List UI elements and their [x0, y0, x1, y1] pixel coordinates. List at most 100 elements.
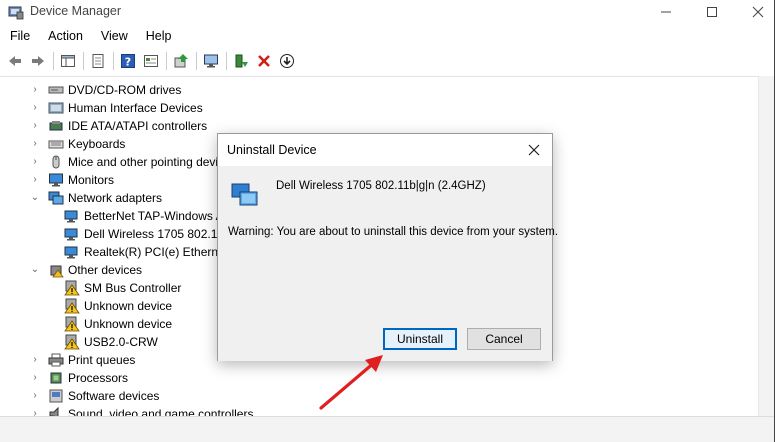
- chevron-right-icon[interactable]: ›: [30, 355, 40, 365]
- dialog-device-name: Dell Wireless 1705 802.11b|g|n (2.4GHZ): [276, 180, 486, 192]
- tree-item-label: USB2.0-CRW: [84, 335, 158, 349]
- other-devices-icon: [48, 262, 64, 278]
- enable-device-icon: [235, 54, 248, 68]
- show-hidden-button[interactable]: [140, 50, 162, 72]
- chevron-right-icon[interactable]: ›: [30, 103, 40, 113]
- uninstall-device-button[interactable]: [253, 50, 275, 72]
- tree-item-keyboards[interactable]: › Keyboards: [30, 135, 125, 153]
- network-adapter-icon: [64, 244, 80, 260]
- tree-item-sound-video[interactable]: › Sound, video and game controllers: [30, 405, 253, 416]
- dialog-close-button[interactable]: [524, 140, 544, 160]
- tree-item-unknown-device[interactable]: Unknown device: [64, 297, 172, 315]
- properties-button[interactable]: [87, 50, 109, 72]
- show-hide-console-tree-button[interactable]: [57, 50, 79, 72]
- ide-controller-icon: [48, 118, 64, 134]
- chevron-right-icon[interactable]: ›: [30, 157, 40, 167]
- tree-item-ide-controllers[interactable]: › IDE ATA/ATAPI controllers: [30, 117, 207, 135]
- tree-item-label: BetterNet TAP-Windows A: [84, 209, 224, 223]
- chevron-right-icon[interactable]: ›: [30, 409, 40, 417]
- menu-help[interactable]: Help: [136, 26, 180, 46]
- tree-item-label: Unknown device: [84, 317, 173, 331]
- menu-action[interactable]: Action: [38, 26, 91, 46]
- view-icon: [144, 55, 158, 67]
- tree-item-usb-crw[interactable]: USB2.0-CRW: [64, 333, 158, 351]
- scan-hardware-button[interactable]: [200, 50, 222, 72]
- toolbar: ?: [0, 48, 774, 74]
- toolbar-separator: [53, 52, 54, 70]
- uninstall-x-icon: [258, 55, 270, 67]
- maximize-button[interactable]: [689, 0, 735, 24]
- network-adapter-icon: [48, 190, 64, 206]
- toolbar-separator: [196, 52, 197, 70]
- chevron-right-icon[interactable]: ›: [30, 175, 40, 185]
- tree-item-hid[interactable]: › Human Interface Devices: [30, 99, 203, 117]
- warning-device-icon: [64, 280, 80, 296]
- warning-device-icon: [64, 298, 80, 314]
- forward-arrow-icon: [32, 56, 44, 66]
- tree-item-label: Print queues: [68, 353, 136, 367]
- chevron-right-icon[interactable]: ›: [30, 373, 40, 383]
- warning-device-icon: [64, 316, 80, 332]
- tree-item-sm-bus-controller[interactable]: SM Bus Controller: [64, 279, 181, 297]
- tree-item-dvd-drives[interactable]: › DVD/CD-ROM drives: [30, 81, 181, 99]
- menu-file[interactable]: File: [0, 26, 38, 46]
- back-button[interactable]: [4, 50, 26, 72]
- dialog-title: Uninstall Device: [227, 143, 317, 157]
- tree-item-label: Network adapters: [68, 191, 163, 205]
- status-bar: [0, 416, 774, 442]
- tree-item-label: Dell Wireless 1705 802.11b: [84, 227, 230, 241]
- tree-item-network-adapters[interactable]: ⌄ Network adapters: [30, 189, 162, 207]
- tree-item-monitors[interactable]: › Monitors: [30, 171, 114, 189]
- software-device-icon: [48, 388, 64, 404]
- tree-item-software-devices[interactable]: › Software devices: [30, 387, 159, 405]
- download-arrow-icon: [280, 54, 294, 68]
- cancel-button[interactable]: Cancel: [467, 328, 541, 350]
- warning-device-icon: [64, 334, 80, 350]
- tree-item-dell-wireless[interactable]: Dell Wireless 1705 802.11b: [64, 225, 230, 243]
- title-bar[interactable]: Device Manager: [0, 0, 774, 24]
- toolbar-separator: [226, 52, 227, 70]
- maximize-icon: [707, 7, 717, 17]
- scan-for-hardware-icon: [204, 54, 218, 68]
- close-button[interactable]: [735, 0, 774, 24]
- tree-item-unknown-device[interactable]: Unknown device: [64, 315, 172, 333]
- window-title: Device Manager: [30, 4, 122, 18]
- toolbar-separator: [113, 52, 114, 70]
- keyboard-icon: [48, 136, 64, 152]
- forward-button[interactable]: [27, 50, 49, 72]
- vertical-scrollbar[interactable]: [758, 76, 774, 416]
- uninstall-button[interactable]: Uninstall: [383, 328, 457, 350]
- chevron-right-icon[interactable]: ›: [30, 85, 40, 95]
- tree-item-label: SM Bus Controller: [84, 281, 182, 295]
- dialog-body: Dell Wireless 1705 802.11b|g|n (2.4GHZ) …: [218, 166, 558, 321]
- tree-item-label: Human Interface Devices: [68, 101, 203, 115]
- mouse-icon: [48, 154, 64, 170]
- help-button[interactable]: ?: [117, 50, 139, 72]
- chevron-right-icon[interactable]: ›: [30, 139, 40, 149]
- tree-item-label: Software devices: [68, 389, 160, 403]
- svg-text:?: ?: [125, 56, 131, 69]
- menu-view[interactable]: View: [91, 26, 136, 46]
- chevron-down-icon[interactable]: ⌄: [30, 265, 40, 275]
- tree-item-other-devices[interactable]: ⌄ Other devices: [30, 261, 142, 279]
- tree-item-print-queues[interactable]: › Print queues: [30, 351, 135, 369]
- tree-item-label: Other devices: [68, 263, 143, 277]
- close-icon: [528, 144, 540, 156]
- minimize-icon: [661, 11, 671, 13]
- download-driver-button[interactable]: [276, 50, 298, 72]
- dvd-drive-icon: [48, 82, 64, 98]
- tree-item-label: IDE ATA/ATAPI controllers: [68, 119, 208, 133]
- minimize-button[interactable]: [643, 0, 689, 24]
- tree-item-processors[interactable]: › Processors: [30, 369, 128, 387]
- chevron-down-icon[interactable]: ⌄: [30, 193, 40, 203]
- enable-device-button[interactable]: [230, 50, 252, 72]
- chevron-right-icon[interactable]: ›: [30, 391, 40, 401]
- update-driver-button[interactable]: [170, 50, 192, 72]
- tree-item-label: Unknown device: [84, 299, 173, 313]
- tree-item-mice[interactable]: › Mice and other pointing devi: [30, 153, 218, 171]
- tree-item-realtek-ethernet[interactable]: Realtek(R) PCI(e) Ethernet: [64, 243, 228, 261]
- tree-item-label: Keyboards: [68, 137, 126, 151]
- tree-item-betternet-tap[interactable]: BetterNet TAP-Windows A: [64, 207, 224, 225]
- chevron-right-icon[interactable]: ›: [30, 121, 40, 131]
- printer-icon: [48, 352, 64, 368]
